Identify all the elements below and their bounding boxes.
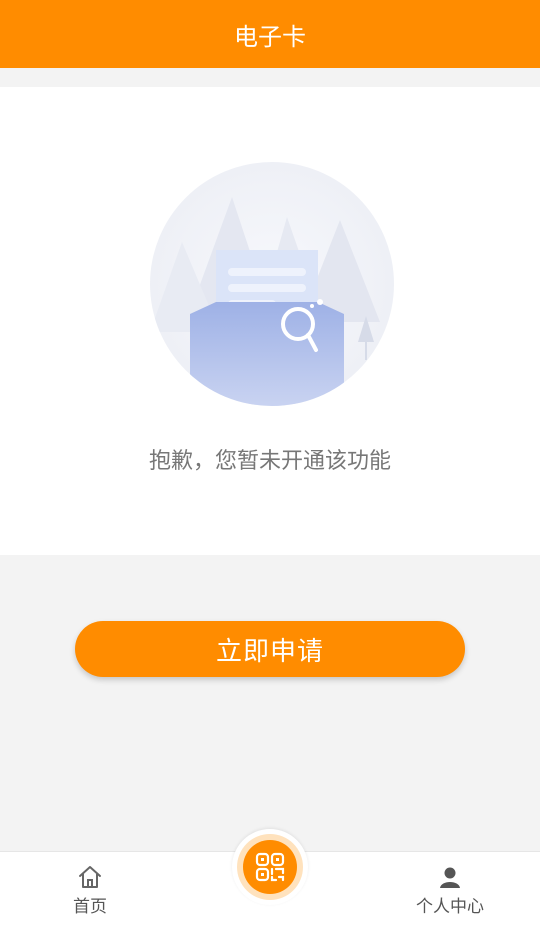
page-header: 电子卡	[0, 0, 540, 68]
qr-code-icon	[255, 852, 285, 882]
page-title: 电子卡	[234, 22, 306, 51]
apply-now-button[interactable]: 立即申请	[75, 621, 465, 677]
tab-profile-label: 个人中心	[416, 896, 484, 917]
qr-code-button[interactable]	[232, 829, 308, 905]
home-icon	[79, 865, 101, 888]
tab-profile[interactable]: 个人中心	[380, 852, 520, 928]
person-icon	[440, 867, 460, 888]
empty-state-card: 抱歉，您暂未开通该功能	[0, 87, 540, 555]
tab-home-label: 首页	[73, 896, 107, 917]
empty-state-message: 抱歉，您暂未开通该功能	[148, 449, 391, 474]
empty-document-search-illustration	[150, 162, 394, 406]
tab-home[interactable]: 首页	[20, 852, 160, 928]
